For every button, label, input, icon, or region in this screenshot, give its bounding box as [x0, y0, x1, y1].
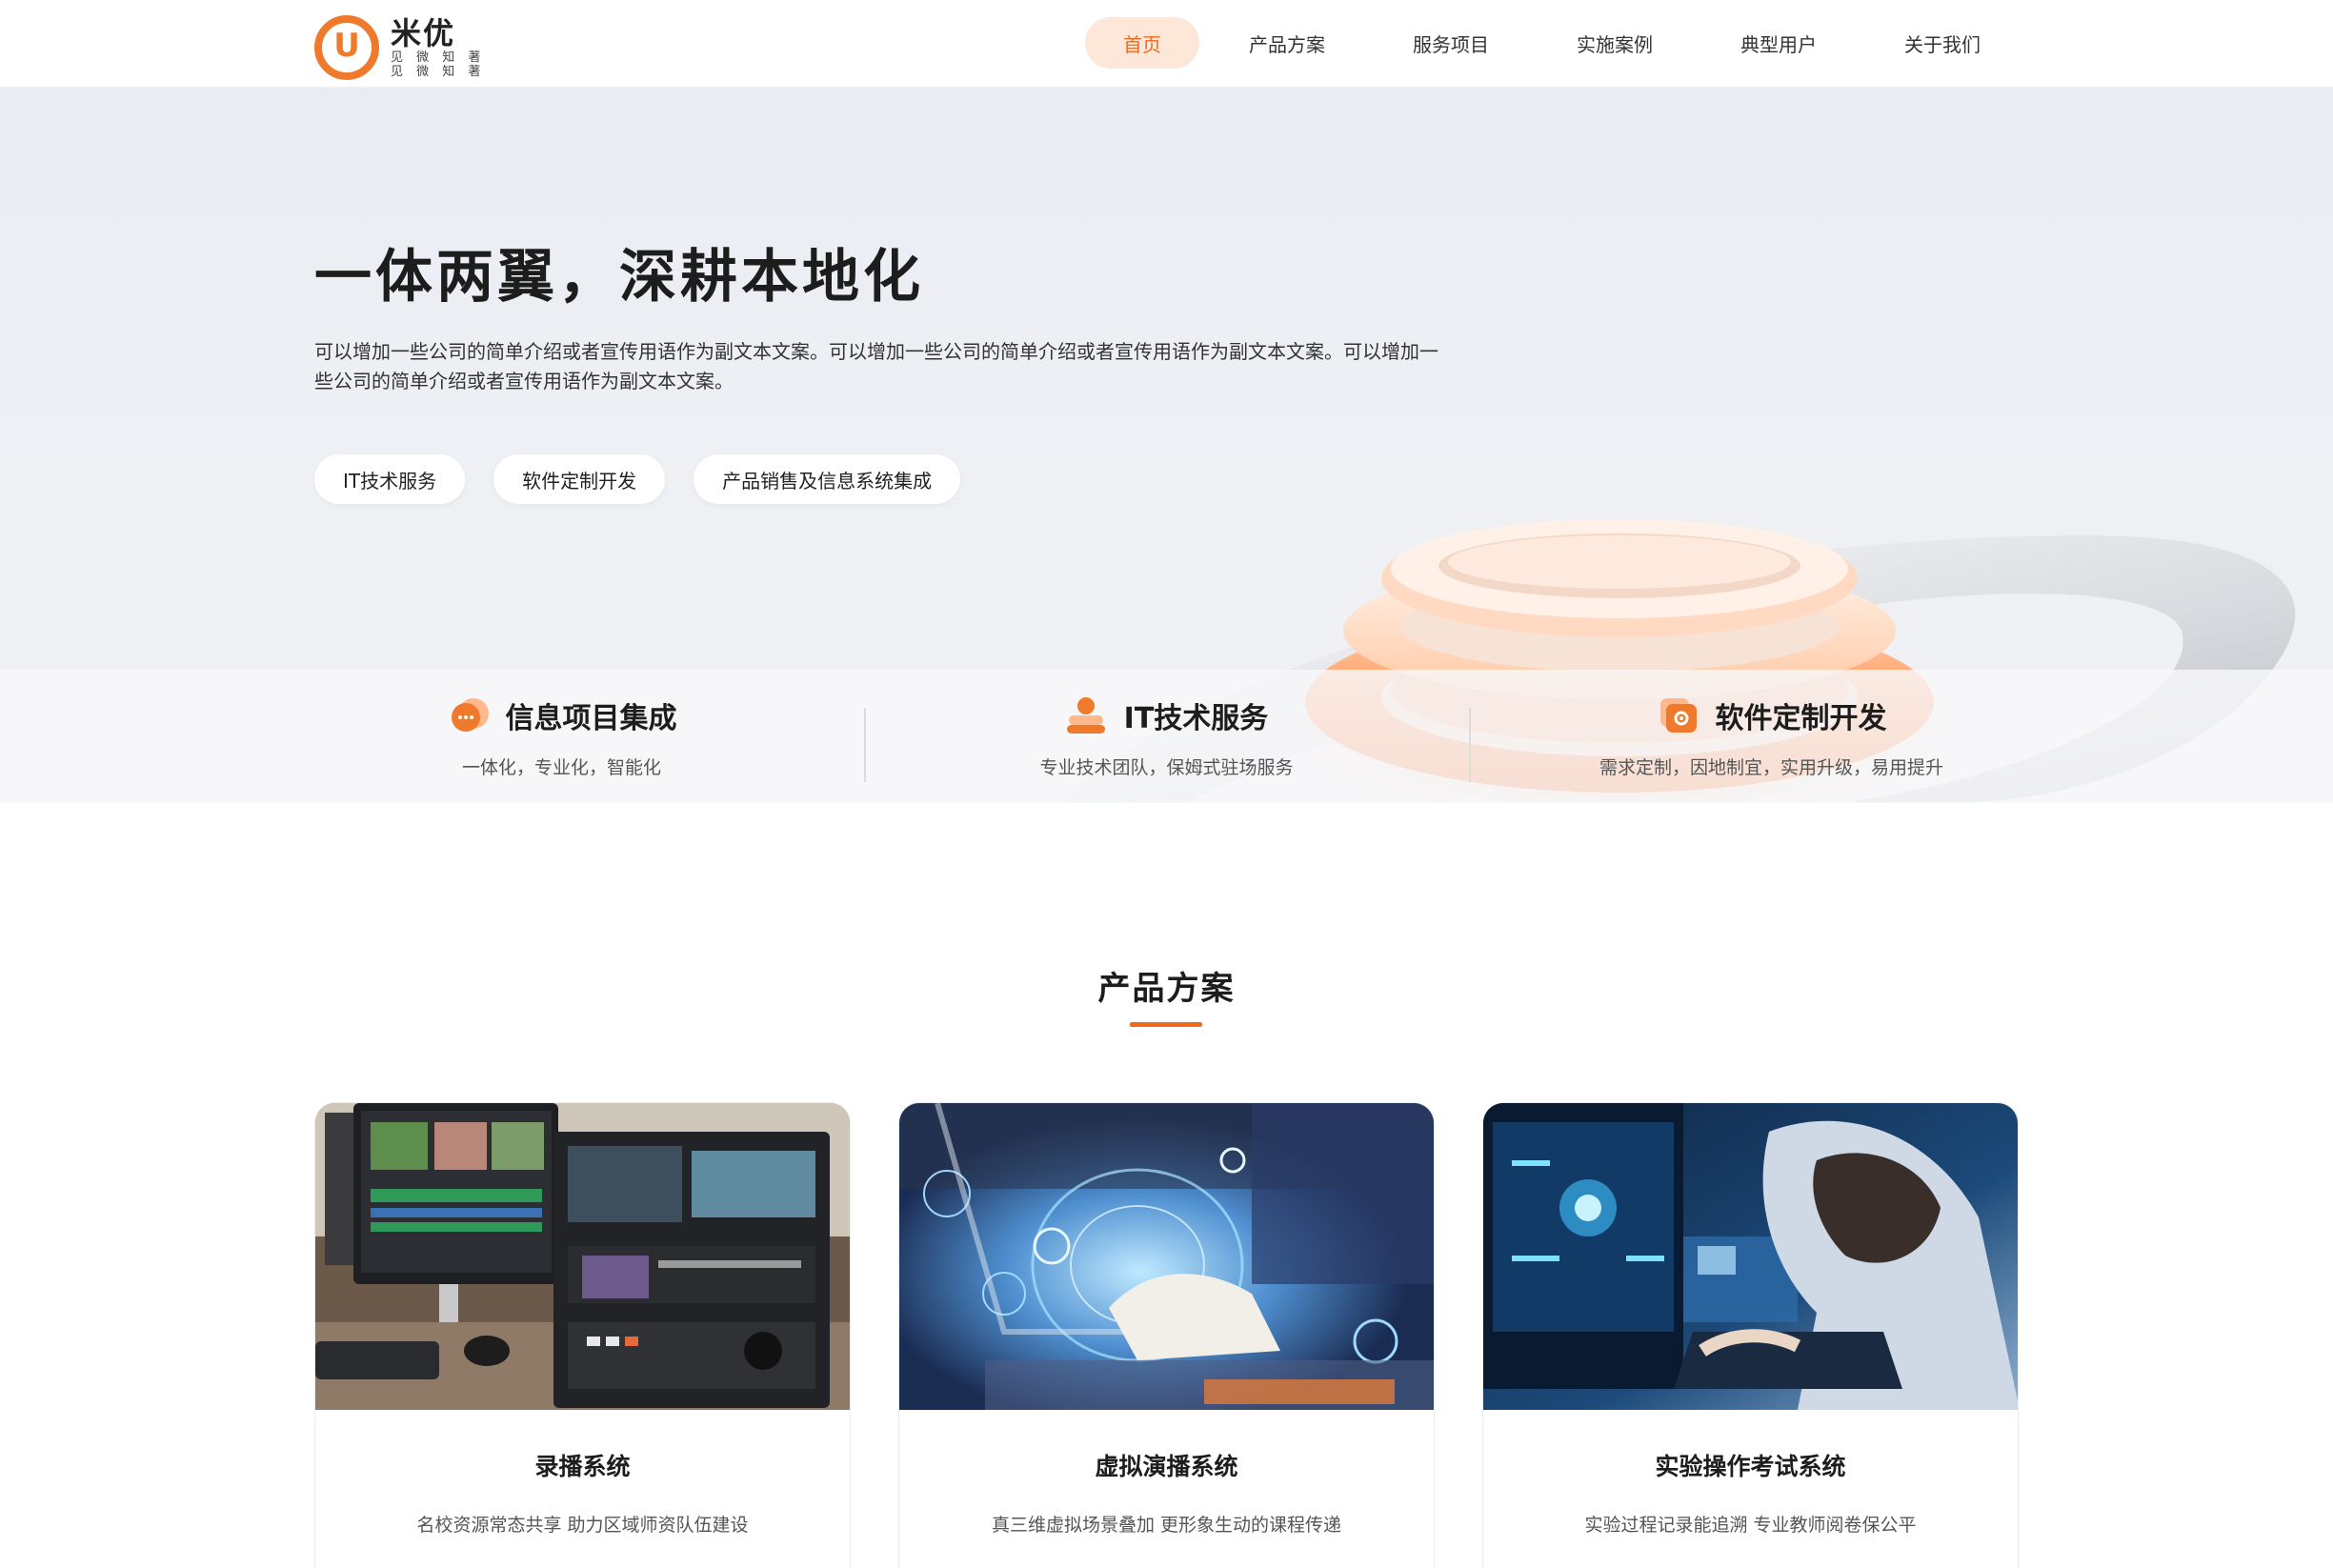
card-description: 真三维虚拟场景叠加 更形象生动的课程传递 [991, 1515, 1342, 1536]
hero-tags: IT技术服务 软件定制开发 产品销售及信息系统集成 [314, 454, 989, 504]
nav-item-services[interactable]: 服务项目 [1375, 17, 1527, 69]
hero-description: 可以增加一些公司的简单介绍或者宣传用语作为副文本文案。可以增加一些公司的简单介绍… [314, 340, 1438, 392]
feature-title: 软件定制开发 [1715, 701, 1887, 735]
product-card[interactable]: 实验操作考试系统 实验过程记录能追溯 专业教师阅卷保公平 [1482, 1102, 2019, 1568]
product-card[interactable]: 虚拟演播系统 真三维虚拟场景叠加 更形象生动的课程传递 [898, 1102, 1435, 1568]
gear-folder-icon [1659, 697, 1697, 733]
hero-tag-software-dev[interactable]: 软件定制开发 [493, 454, 666, 504]
main-nav: 首页 产品方案 服务项目 实施案例 典型用户 关于我们 [1074, 17, 2019, 69]
logo-tagline: 见 微 知 著 [391, 65, 486, 79]
nav-item-home[interactable]: 首页 [1085, 17, 1199, 69]
hero-tag-it-service[interactable]: IT技术服务 [314, 454, 466, 504]
product-cards: 录播系统 名校资源常态共享 助力区域师资队伍建设 虚拟演播系统 真三维虚拟场景叠… [314, 1102, 2019, 1568]
nav-item-products[interactable]: 产品方案 [1211, 17, 1363, 69]
card-title: 实验操作考试系统 [1655, 1453, 1846, 1480]
card-description: 实验过程记录能追溯 专业教师阅卷保公平 [1584, 1515, 1917, 1536]
hero-title: 一体两翼，深耕本地化 [314, 244, 924, 311]
nav-item-about[interactable]: 关于我们 [1866, 17, 2019, 69]
nav-item-cases[interactable]: 实施案例 [1539, 17, 1691, 69]
chat-bubble-icon [451, 697, 489, 732]
feature-subtitle: 专业技术团队，保姆式驻场服务 [1039, 756, 1294, 778]
feature-title: 信息项目集成 [505, 701, 677, 735]
virtual-studio-image [899, 1103, 1434, 1410]
section-title-underline [1130, 1022, 1202, 1027]
feature-item[interactable]: IT技术服务 专业技术团队，保姆式驻场服务 [864, 670, 1469, 803]
feature-strip: 信息项目集成 一体化，专业化，智能化 IT技术服务 专业技术团队，保姆式驻场服务… [0, 670, 2333, 803]
logo[interactable]: U 米优 见 微 知 著 见 微 知 著 [314, 11, 485, 84]
section-title: 产品方案 [1097, 970, 1236, 1008]
product-card[interactable]: 录播系统 名校资源常态共享 助力区域师资队伍建设 [314, 1102, 851, 1568]
feature-item[interactable]: 信息项目集成 一体化，专业化，智能化 [259, 670, 864, 803]
card-title: 虚拟演播系统 [1095, 1453, 1238, 1480]
logo-name: 米优 [391, 15, 456, 51]
feature-subtitle: 一体化，专业化，智能化 [461, 756, 661, 778]
feature-subtitle: 需求定制，因地制宜，实用升级，易用提升 [1599, 756, 1943, 778]
card-title: 录播系统 [534, 1453, 631, 1480]
nav-item-customers[interactable]: 典型用户 [1702, 17, 1855, 69]
recording-studio-image [315, 1103, 850, 1410]
people-icon [1066, 696, 1105, 734]
feature-item[interactable]: 软件定制开发 需求定制，因地制宜，实用升级，易用提升 [1469, 670, 2074, 803]
site-header: U 米优 见 微 知 著 见 微 知 著 首页 产品方案 服务项目 实施案例 典… [0, 0, 2333, 88]
lab-exam-image [1483, 1103, 2018, 1410]
feature-title: IT技术服务 [1123, 701, 1269, 735]
card-description: 名校资源常态共享 助力区域师资队伍建设 [416, 1515, 749, 1536]
logo-mark-icon: U [314, 15, 379, 80]
hero-tag-product-sales[interactable]: 产品销售及信息系统集成 [694, 454, 961, 504]
logo-tagline: 见 微 知 著 [391, 50, 486, 65]
